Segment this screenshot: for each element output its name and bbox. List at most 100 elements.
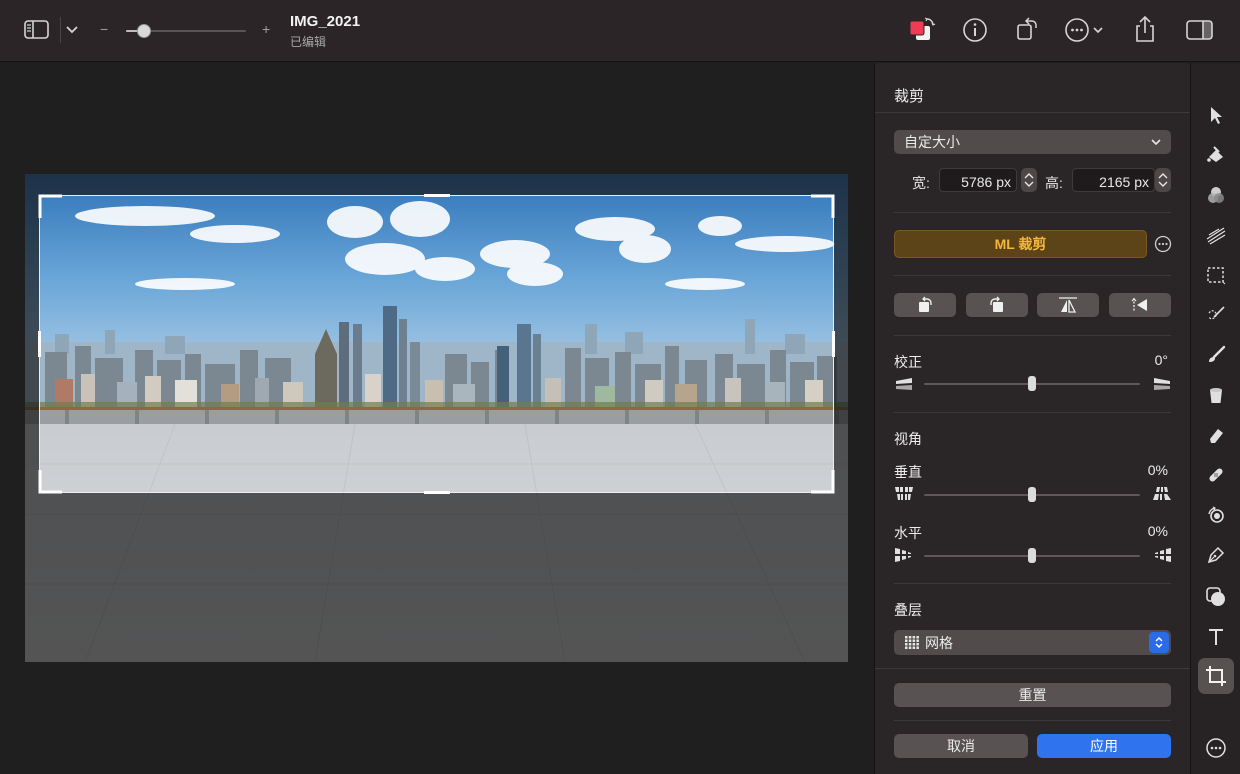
overlay-select[interactable]: 网格 [894, 630, 1171, 655]
tool-strip [1190, 63, 1240, 774]
flip-vertical-button[interactable] [1037, 293, 1099, 317]
divider [894, 212, 1171, 213]
height-input[interactable] [1072, 168, 1155, 192]
divider [875, 668, 1191, 669]
panel-title: 裁剪 [894, 88, 925, 105]
perspective-vertical-in-icon [895, 487, 913, 500]
width-input[interactable] [939, 168, 1017, 192]
more-icon [1065, 18, 1103, 42]
cancel-button[interactable]: 取消 [894, 734, 1028, 758]
apply-button[interactable]: 应用 [1037, 734, 1171, 758]
straighten-slider-knob[interactable] [1028, 376, 1036, 391]
inspector-toggle-button[interactable] [1186, 19, 1214, 41]
rect-select-icon [1207, 267, 1226, 285]
rotate-left-icon [919, 296, 932, 312]
select-tool[interactable] [1204, 103, 1228, 127]
vertical-slider-knob[interactable] [1028, 487, 1036, 502]
divider [894, 412, 1171, 413]
retouch-bandage-icon [1209, 468, 1223, 482]
pen-icon [1207, 546, 1225, 564]
zoom-slider-knob[interactable] [137, 24, 151, 38]
magic-wand-icon [1208, 306, 1225, 320]
flip-horizontal-button[interactable] [1109, 293, 1171, 317]
more-options-button[interactable] [1064, 17, 1108, 43]
rectangle-select-tool[interactable] [1204, 263, 1228, 287]
perspective-vertical-out-icon [1153, 487, 1171, 500]
smudge-tool[interactable] [1204, 223, 1228, 247]
perspective-horizontal-left-icon [895, 548, 911, 562]
smudge-icon [1206, 227, 1226, 245]
pen-tool[interactable] [1204, 543, 1228, 567]
brush-icon [1209, 345, 1226, 362]
vertical-value: 0% [1147, 462, 1168, 478]
straighten-label: 校正 [894, 354, 922, 370]
crop-handle-top[interactable] [424, 194, 450, 197]
divider [894, 583, 1171, 584]
chevron-up-icon [1158, 173, 1168, 179]
image-canvas[interactable] [0, 63, 874, 774]
retouch-tool[interactable] [1204, 463, 1228, 487]
rotate-icon [1017, 17, 1037, 40]
magic-wand-tool[interactable] [1204, 303, 1228, 327]
brush-tool[interactable] [1204, 343, 1228, 367]
overlay-value: 网格 [925, 634, 953, 651]
crop-handle-left[interactable] [38, 331, 41, 357]
rotate-right-icon [990, 296, 1003, 312]
sidebar-menu-button[interactable] [62, 20, 82, 40]
crop-handle-bottom-right[interactable] [809, 468, 835, 494]
ml-crop-options-icon[interactable] [1154, 235, 1172, 253]
color-adjust-icon [1208, 187, 1224, 203]
chevron-down-icon [1158, 181, 1168, 187]
overlay-stepper[interactable] [1149, 632, 1169, 653]
sidebar-toggle-button[interactable] [24, 20, 50, 40]
size-preset-select[interactable]: 自定大小 [894, 130, 1171, 154]
bucket-icon [1210, 388, 1222, 403]
ml-crop-button[interactable]: ML 裁剪 [894, 230, 1147, 258]
shape-tool[interactable] [1204, 585, 1228, 609]
text-tool[interactable] [1204, 625, 1228, 649]
size-preset-value: 自定大小 [904, 134, 960, 150]
zoom-in-label[interactable]: + [262, 21, 270, 37]
crop-handle-bottom-left[interactable] [38, 468, 64, 494]
share-button[interactable] [1132, 15, 1158, 43]
info-icon [963, 18, 987, 42]
crop-icon [1206, 666, 1226, 686]
crop-handle-top-left[interactable] [38, 194, 64, 220]
crop-handle-right[interactable] [832, 331, 835, 357]
rotate-left-button[interactable] [894, 293, 956, 317]
photo[interactable] [25, 174, 848, 662]
grid-icon [905, 636, 919, 649]
crop-frame[interactable] [38, 194, 835, 494]
bucket-tool[interactable] [1204, 383, 1228, 407]
paint-fill-tool[interactable] [1204, 143, 1228, 167]
zoom-out-label[interactable]: − [100, 21, 108, 37]
title-bar: − + IMG_2021 已编辑 [0, 0, 1240, 62]
color-adjust-tool[interactable] [1204, 183, 1228, 207]
height-label: 高: [1045, 175, 1063, 191]
clone-tool[interactable] [1204, 503, 1228, 527]
eraser-icon [1210, 429, 1223, 443]
horizontal-slider-knob[interactable] [1028, 548, 1036, 563]
reset-button[interactable]: 重置 [894, 683, 1171, 707]
height-stepper[interactable] [1155, 168, 1171, 192]
arrow-select-icon [1211, 107, 1222, 124]
crop-tool[interactable] [1198, 658, 1234, 694]
overlay-label: 叠层 [894, 602, 922, 618]
chevron-down-icon [1151, 139, 1161, 146]
eraser-tool[interactable] [1204, 423, 1228, 447]
crop-handle-top-right[interactable] [809, 194, 835, 220]
info-button[interactable] [962, 17, 988, 43]
rotate-button[interactable] [1014, 16, 1040, 42]
straighten-right-icon [1154, 378, 1170, 390]
paint-fill-icon [1207, 146, 1223, 162]
crop-handle-bottom[interactable] [424, 491, 450, 494]
chevron-up-icon [1024, 173, 1034, 179]
more-icon [1206, 738, 1226, 758]
width-stepper[interactable] [1021, 168, 1037, 192]
divider [894, 275, 1171, 276]
more-tools-button[interactable] [1204, 736, 1228, 760]
rotate-right-button[interactable] [966, 293, 1028, 317]
inspector-panel-icon [1186, 20, 1213, 40]
straighten-left-icon [896, 378, 912, 390]
color-swatch-button[interactable] [906, 16, 936, 44]
